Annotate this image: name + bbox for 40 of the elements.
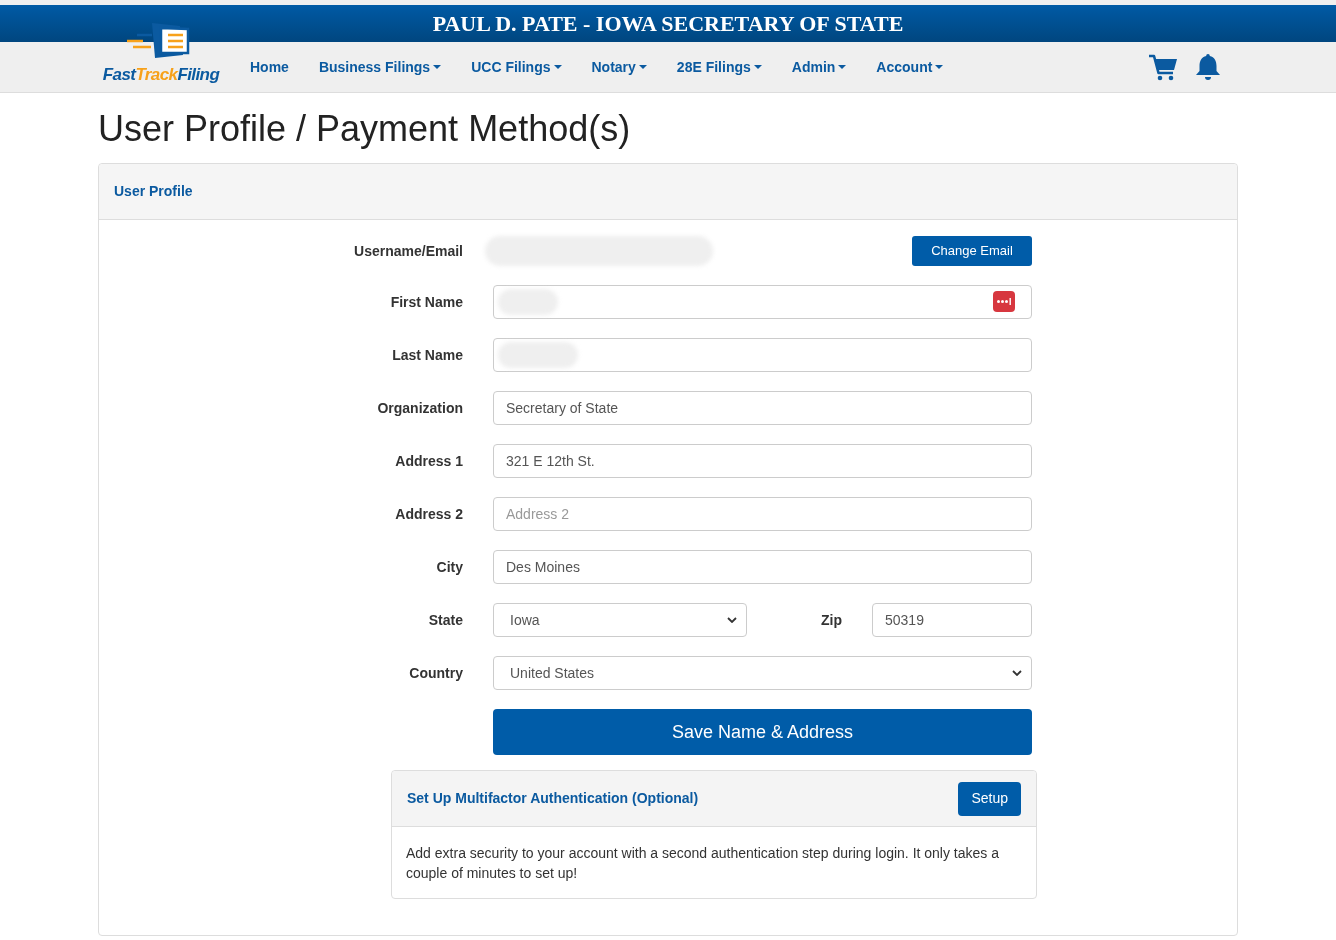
bell-icon[interactable] [1195, 53, 1221, 81]
field-label: Country [409, 663, 463, 683]
nav-link[interactable]: UCC Filings [471, 56, 562, 78]
field-label: City [436, 557, 463, 577]
change-email-button[interactable]: Change Email [912, 236, 1032, 266]
input-field[interactable]: 321 E 12th St. [493, 444, 1032, 478]
input-field[interactable]: Des Moines [493, 550, 1032, 584]
mfa-description: Add extra security to your account with a second authentication step during login. It only takes a couple of minutes to set up! [406, 844, 1000, 883]
field-label: Address 2 [395, 504, 463, 524]
nav-link[interactable]: Business Filings [318, 56, 442, 78]
nav-link[interactable]: Notary [591, 56, 647, 78]
password-dots-icon[interactable] [993, 291, 1015, 312]
select-field[interactable]: United States [493, 656, 1032, 690]
field-label: Zip [821, 610, 842, 630]
nav-link[interactable]: Home [250, 56, 289, 78]
field-label: Address 1 [395, 451, 463, 471]
panel-title: User Profile [114, 182, 193, 201]
field-label: Username/Email [354, 241, 463, 261]
input-field[interactable] [493, 285, 1032, 319]
input-field[interactable]: Address 2 [493, 497, 1032, 531]
chevron-down-icon [727, 617, 737, 623]
field-label: Last Name [392, 345, 463, 365]
cart-icon[interactable] [1149, 53, 1177, 81]
field-label: State [428, 610, 463, 630]
save-button[interactable]: Save Name & Address [493, 709, 1032, 755]
field-label: Organization [377, 398, 463, 418]
field-label: First Name [390, 292, 463, 312]
input-field[interactable]: 50319 [872, 603, 1032, 637]
chevron-down-icon [1012, 670, 1022, 676]
banner-title: PAUL D. PATE - IOWA SECRETARY OF STATE [432, 12, 904, 35]
page-title: User Profile / Payment Method(s) [98, 109, 632, 149]
input-field[interactable] [493, 338, 1032, 372]
setup-button[interactable]: Setup [958, 781, 1021, 816]
mfa-title: Set Up Multifactor Authentication (Optional) [407, 789, 699, 808]
select-field[interactable]: Iowa [493, 603, 747, 637]
nav-link[interactable]: 28E Filings [676, 56, 762, 78]
nav-link[interactable]: Admin [791, 56, 847, 78]
nav-link[interactable]: Account [876, 56, 944, 78]
logo-text[interactable]: FastTrackFiling [102, 64, 220, 86]
input-field[interactable]: Secretary of State [493, 391, 1032, 425]
